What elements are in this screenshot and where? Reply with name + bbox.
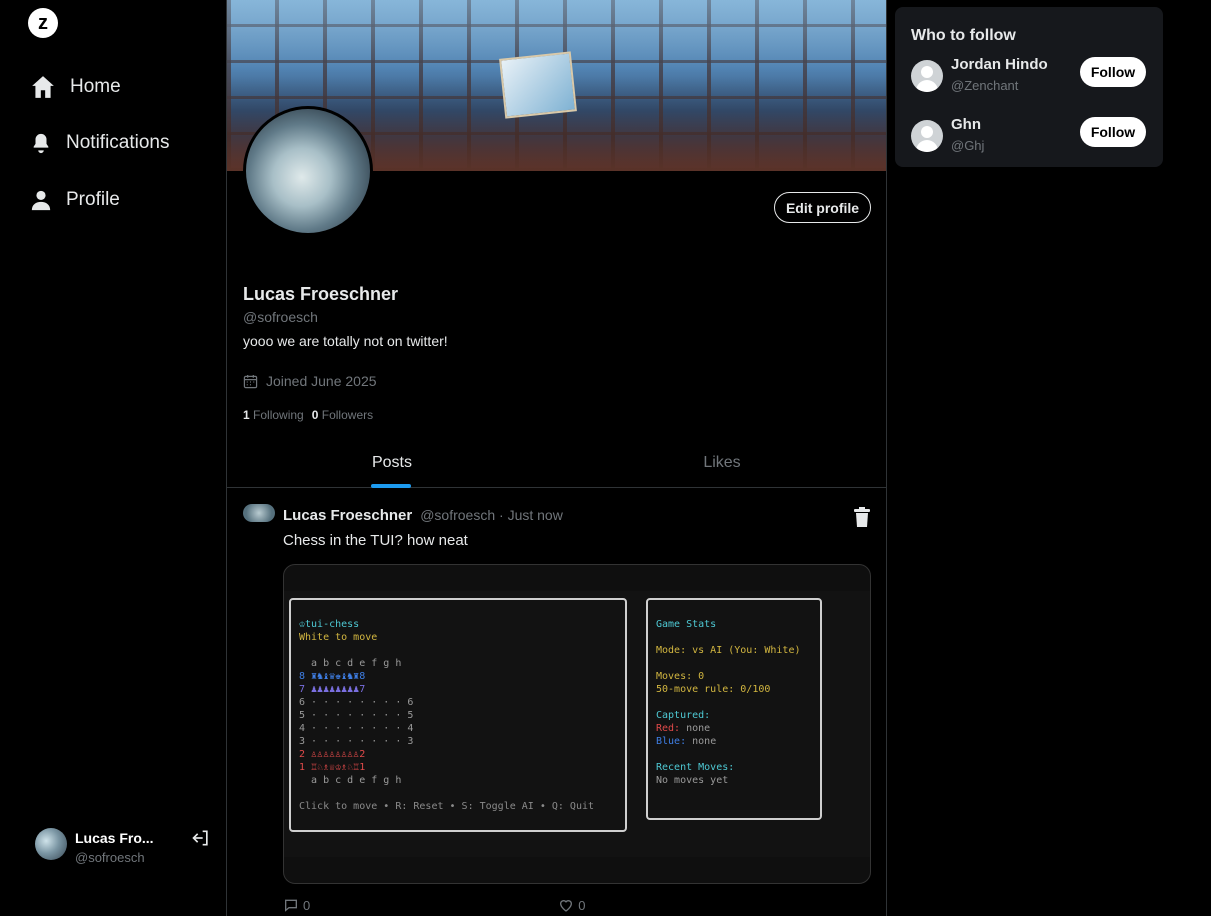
- red-label: Red:: [656, 723, 681, 734]
- followers-label: Followers: [321, 408, 374, 422]
- trash-icon[interactable]: [853, 507, 871, 527]
- profile-column: Edit profile Lucas Froeschner @sofroesch…: [226, 0, 887, 916]
- sidebar-item-home[interactable]: Home: [30, 74, 121, 100]
- stats-fifty-move: 50-move rule: 0/100: [656, 684, 771, 695]
- sidebar: z Home Notifications Profile Lucas Fro..…: [0, 0, 226, 916]
- tab-likes[interactable]: Likes: [557, 440, 886, 488]
- sidebar-item-profile[interactable]: Profile: [30, 188, 120, 212]
- blue-value: none: [686, 736, 717, 747]
- captured-blue: Blue: none: [656, 735, 812, 748]
- post-actions: 0 0: [283, 897, 585, 913]
- joined-text: Joined June 2025: [266, 373, 377, 389]
- bell-icon: [33, 133, 49, 154]
- post-meta: @sofroesch · Just now: [420, 507, 563, 523]
- board-rank-7: 7 ♟♟♟♟♟♟♟♟7: [299, 684, 366, 695]
- follow-button[interactable]: Follow: [1080, 57, 1146, 87]
- followers-link[interactable]: 0 Followers: [312, 408, 373, 422]
- profile-handle: @sofroesch: [243, 309, 318, 325]
- board-rank-8: 8 ♜♞♝♛♚♝♞♜8: [299, 671, 366, 682]
- post-card[interactable]: Lucas Froeschner @sofroesch · Just now C…: [227, 489, 886, 916]
- follow-stats: 1 Following 0 Followers: [243, 408, 373, 422]
- stats-title: Game Stats: [656, 619, 717, 630]
- home-icon: [32, 76, 54, 98]
- recent-moves-label: Recent Moves:: [656, 762, 735, 773]
- profile-display-name: Lucas Froeschner: [243, 284, 399, 304]
- board-files-top: a b c d e f g h: [299, 658, 402, 669]
- like-button[interactable]: 0: [558, 897, 585, 913]
- app-logo[interactable]: z: [28, 8, 58, 38]
- sidebar-item-label: Home: [70, 76, 121, 97]
- account-switcher[interactable]: Lucas Fro... @sofroesch: [35, 828, 215, 868]
- chess-board-panel: ♔tui-chess White to move a b c d e f g h…: [289, 598, 627, 832]
- key-help: Click to move • R: Reset • S: Toggle AI …: [299, 801, 595, 812]
- suggested-user-name[interactable]: Ghn: [951, 116, 981, 133]
- calendar-icon: [243, 374, 258, 388]
- avatar: [35, 828, 67, 860]
- board-rank-1: 1 ♖♘♗♕♔♗♘♖1: [299, 762, 366, 773]
- app-root: z Home Notifications Profile Lucas Fro..…: [0, 0, 1211, 916]
- recent-moves-value: No moves yet: [656, 775, 729, 786]
- game-stats-panel: Game Stats Mode: vs AI (You: White) Move…: [646, 598, 822, 820]
- board-files-bottom: a b c d e f g h: [299, 775, 402, 786]
- followers-count: 0: [311, 408, 319, 422]
- tui-title: ♔tui-chess: [299, 619, 360, 630]
- like-count: 0: [578, 897, 586, 913]
- heart-icon: [560, 900, 573, 912]
- follow-button[interactable]: Follow: [1080, 117, 1146, 147]
- profile-bio: yooo we are totally not on twitter!: [243, 333, 448, 349]
- post-author[interactable]: Lucas Froeschner: [283, 507, 412, 524]
- stats-moves: Moves: 0: [656, 671, 705, 682]
- blue-label: Blue:: [656, 736, 687, 747]
- reply-count: 0: [303, 897, 311, 913]
- avatar[interactable]: [911, 60, 943, 92]
- following-count: 1: [243, 408, 250, 422]
- joined-date: Joined June 2025: [243, 373, 377, 389]
- suggested-user-handle: @Zenchant: [951, 78, 1019, 93]
- sidebar-item-label: Notifications: [66, 132, 170, 153]
- captured-red: Red: none: [656, 722, 812, 735]
- banner-painting: [499, 51, 577, 119]
- following-label: Following: [253, 408, 304, 422]
- avatar[interactable]: [911, 120, 943, 152]
- board-rank-5: 5 · · · · · · · · 5: [299, 710, 414, 721]
- reply-button[interactable]: 0: [283, 897, 310, 913]
- tab-posts[interactable]: Posts: [227, 440, 557, 488]
- post-header: Lucas Froeschner @sofroesch · Just now: [283, 507, 563, 524]
- logout-icon[interactable]: [191, 828, 211, 848]
- account-name: Lucas Fro...: [75, 830, 154, 846]
- sidebar-item-notifications[interactable]: Notifications: [30, 132, 170, 154]
- sidebar-item-label: Profile: [66, 189, 120, 210]
- account-handle: @sofroesch: [75, 850, 145, 865]
- board-rank-3: 3 · · · · · · · · 3: [299, 736, 414, 747]
- suggested-user-name[interactable]: Jordan Hindo: [951, 56, 1048, 73]
- board-rank-4: 4 · · · · · · · · 4: [299, 723, 414, 734]
- post-media-screenshot[interactable]: ♔tui-chess White to move a b c d e f g h…: [283, 564, 871, 884]
- edit-profile-button[interactable]: Edit profile: [774, 192, 871, 223]
- post-text: Chess in the TUI? how neat: [283, 532, 468, 549]
- comment-icon: [285, 899, 297, 912]
- captured-label: Captured:: [656, 710, 711, 721]
- profile-avatar[interactable]: [243, 106, 373, 236]
- turn-status: White to move: [299, 632, 378, 643]
- suggested-user[interactable]: Ghn @Ghj Follow: [911, 116, 1151, 160]
- user-icon: [31, 190, 51, 211]
- suggested-user-handle: @Ghj: [951, 138, 985, 153]
- terminal-screenshot: ♔tui-chess White to move a b c d e f g h…: [284, 591, 870, 857]
- avatar[interactable]: [243, 504, 275, 522]
- profile-tabs: Posts Likes: [227, 440, 886, 488]
- following-link[interactable]: 1 Following: [243, 408, 304, 422]
- red-value: none: [680, 723, 711, 734]
- board-rank-2: 2 ♙♙♙♙♙♙♙♙2: [299, 749, 366, 760]
- who-to-follow-title: Who to follow: [911, 27, 1016, 44]
- who-to-follow-panel: Who to follow Jordan Hindo @Zenchant Fol…: [895, 7, 1163, 167]
- stats-mode: Mode: vs AI (You: White): [656, 645, 801, 656]
- board-rank-6: 6 · · · · · · · · 6: [299, 697, 414, 708]
- suggested-user[interactable]: Jordan Hindo @Zenchant Follow: [911, 56, 1151, 100]
